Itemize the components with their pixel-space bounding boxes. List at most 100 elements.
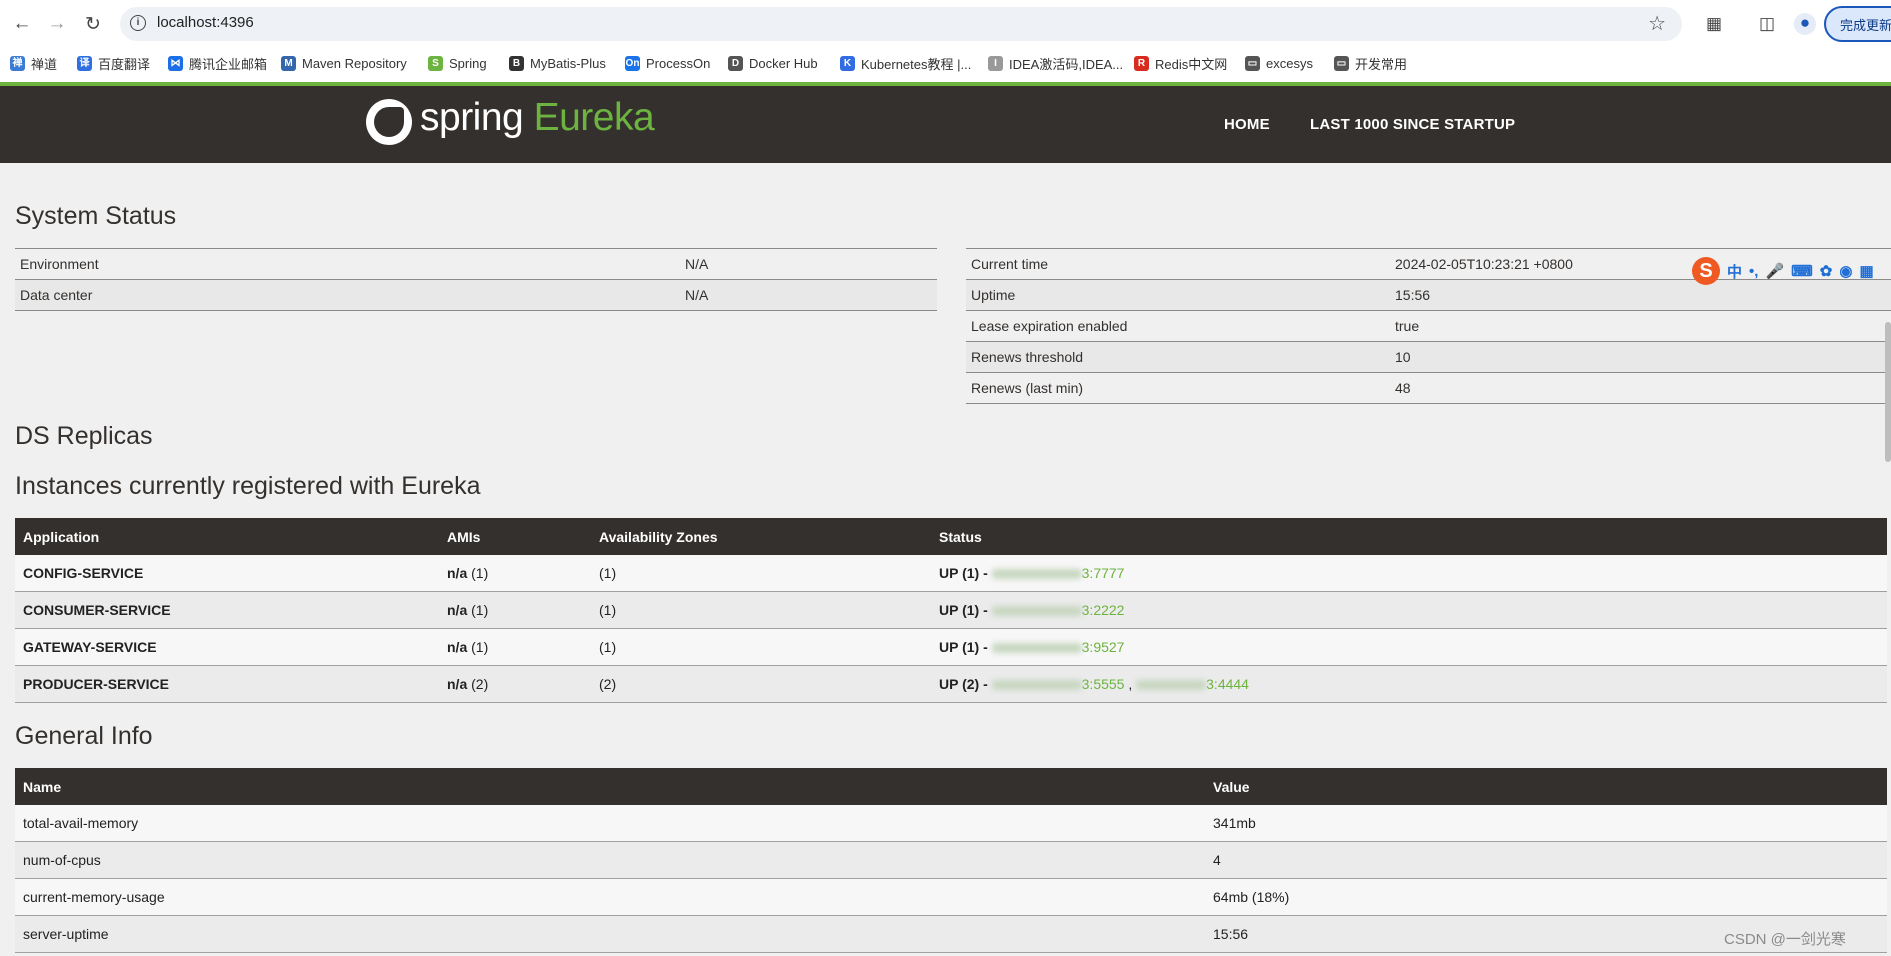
nav-home-link[interactable]: HOME <box>1224 116 1270 133</box>
nav-last-1000-link[interactable]: LAST 1000 SINCE STARTUP <box>1310 116 1515 133</box>
bookmark-item[interactable]: 译百度翻译 <box>77 53 150 73</box>
bookmark-label: Maven Repository <box>302 55 407 71</box>
bookmark-item[interactable]: I IDEA激活码,IDEA... <box>988 53 1123 73</box>
bookmark-label: 百度翻译 <box>98 56 151 72</box>
status-value: N/A <box>680 279 937 311</box>
redacted-host <box>991 606 1082 617</box>
microphone-icon[interactable]: 🎤 <box>1765 262 1784 280</box>
status-cell: UP (1) - 3:9527 <box>931 628 1887 666</box>
instance-row: CONSUMER-SERVICE n/a (1) (1) UP (1) - 3:222… <box>15 591 1887 629</box>
ime-mode-toggle[interactable]: 中 <box>1727 261 1742 282</box>
instance-link[interactable]: 3:7777 <box>991 565 1124 581</box>
application-name: CONSUMER-SERVICE <box>15 591 439 629</box>
bookmark-icon: 译 <box>77 55 92 71</box>
spring-leaf-icon[interactable] <box>366 99 412 145</box>
status-row: Environment N/A <box>15 248 937 280</box>
status-row: Lease expiration enabled true <box>966 310 1891 342</box>
extensions-icon[interactable]: ▦ <box>1704 14 1724 34</box>
instance-row: PRODUCER-SERVICE n/a (2) (2) UP (2) - 3:555… <box>15 665 1887 703</box>
status-key: Lease expiration enabled <box>966 310 1390 342</box>
url-text[interactable]: localhost:4396 <box>157 14 254 31</box>
sogou-logo-icon[interactable]: S <box>1692 257 1720 285</box>
general-info-title: General Info <box>15 722 153 750</box>
bookmark-item[interactable]: S Spring <box>428 53 487 73</box>
instance-link[interactable]: 3:9527 <box>991 639 1124 655</box>
ami-value: n/a <box>447 602 468 618</box>
bookmark-label: 禅道 <box>31 56 58 72</box>
instance-row: CONFIG-SERVICE n/a (1) (1) UP (1) - 3:7777 <box>15 555 1887 592</box>
redacted-host <box>991 569 1082 580</box>
status-value: true <box>1390 310 1891 342</box>
bookmark-item[interactable]: On ProcessOn <box>625 53 710 73</box>
logo-text[interactable]: spring Eureka <box>420 96 655 140</box>
status-key: Renews (last min) <box>966 372 1390 404</box>
bookmark-item[interactable]: B MyBatis-Plus <box>509 53 606 73</box>
info-name: server-uptime <box>15 915 1205 953</box>
skin-icon[interactable]: ✿ <box>1820 262 1833 280</box>
bookmark-icon: On <box>625 55 640 71</box>
bookmark-label: ProcessOn <box>646 55 711 71</box>
status-text: UP (2) - <box>939 676 988 692</box>
logo-eureka: Eureka <box>533 96 655 139</box>
bookmark-icon: ⋈ <box>168 55 183 71</box>
bookmark-icon: S <box>428 55 443 71</box>
status-text: UP (1) - <box>939 639 988 655</box>
system-status-title: System Status <box>15 202 177 230</box>
bookmark-item[interactable]: D Docker Hub <box>728 53 818 73</box>
eureka-navbar: spring Eureka HOME LAST 1000 SINCE START… <box>0 86 1891 163</box>
instances-column-header: Application <box>15 518 439 555</box>
bookmark-item[interactable]: M Maven Repository <box>281 53 407 73</box>
page-scrollbar[interactable] <box>1885 322 1891 462</box>
bookmark-item[interactable]: K Kubernetes教程 |... <box>840 53 971 73</box>
status-row: Renews threshold 10 <box>966 341 1891 373</box>
site-info-icon[interactable]: i <box>130 15 146 31</box>
instance-port: 3:4444 <box>1206 676 1249 692</box>
availability-zones: (1) <box>591 591 931 629</box>
browser-chrome: ← → ↻ i localhost:4396 ☆ ▦ ◫ ● 完成更新 禅禅道译… <box>0 0 1891 82</box>
bookmarks-bar: 禅禅道译百度翻译 ⋈ 腾讯企业邮箱 M Maven Repository S Spring B… <box>0 50 1891 76</box>
bookmark-label: Kubernetes教程 |... <box>861 56 972 72</box>
instance-port: 3:5555 <box>1081 676 1125 692</box>
forward-arrow-icon[interactable]: → <box>45 12 69 36</box>
bookmark-label: excesys <box>1266 55 1313 71</box>
application-name: CONFIG-SERVICE <box>15 555 439 592</box>
status-value: N/A <box>680 248 937 280</box>
watermark: CSDN @一剑光寒 <box>1724 931 1846 948</box>
status-cell: UP (1) - 3:2222 <box>931 591 1887 629</box>
bookmark-label: IDEA激活码,IDEA... <box>1009 56 1124 72</box>
bookmark-item[interactable]: ▭ excesys <box>1245 53 1313 73</box>
back-arrow-icon[interactable]: ← <box>10 12 34 36</box>
grid-menu-icon[interactable]: ▦ <box>1859 262 1873 280</box>
ime-toolbar[interactable]: S 中 •, 🎤 ⌨ ✿ ◉ ▦ <box>1692 256 1874 286</box>
instances-table: Application AMIs Availability Zones Status … <box>15 518 1887 703</box>
reload-icon[interactable]: ↻ <box>81 12 105 36</box>
side-panel-icon[interactable]: ◫ <box>1757 14 1777 34</box>
bookmark-item[interactable]: ▭ 开发常用 <box>1334 53 1407 73</box>
instance-link[interactable]: 3:5555 <box>991 676 1125 692</box>
bookmark-label: Redis中文网 <box>1155 56 1228 72</box>
instance-link[interactable]: 3:2222 <box>991 602 1124 618</box>
bookmark-icon: ▭ <box>1245 55 1260 71</box>
redacted-host <box>991 680 1082 691</box>
keyboard-icon[interactable]: ⌨ <box>1791 262 1813 280</box>
bookmark-label: 开发常用 <box>1355 56 1408 72</box>
bookmark-item[interactable]: ⋈ 腾讯企业邮箱 <box>168 53 267 73</box>
robot-icon[interactable]: ◉ <box>1839 262 1852 280</box>
general-info-row: server-uptime 15:56 <box>15 915 1887 953</box>
redacted-host <box>1136 680 1207 691</box>
bookmark-item[interactable]: 禅禅道 <box>10 53 57 73</box>
bookmark-item[interactable]: R Redis中文网 <box>1134 53 1227 73</box>
update-button[interactable]: 完成更新 <box>1824 6 1891 42</box>
address-bar[interactable]: i localhost:4396 ☆ <box>120 7 1682 41</box>
general-info-table: Name Value total-avail-memory 341mb num-of-… <box>15 768 1887 953</box>
general-info-column-header: Name <box>15 768 1205 805</box>
application-name: GATEWAY-SERVICE <box>15 628 439 666</box>
bookmark-star-icon[interactable]: ☆ <box>1648 11 1666 36</box>
instance-row: GATEWAY-SERVICE n/a (1) (1) UP (1) - 3:9527 <box>15 628 1887 666</box>
general-info-row: current-memory-usage 64mb (18%) <box>15 878 1887 916</box>
info-name: num-of-cpus <box>15 841 1205 879</box>
punctuation-icon[interactable]: •, <box>1749 263 1758 280</box>
status-cell: UP (2) - 3:5555 , 3:4444 <box>931 665 1887 703</box>
profile-avatar-icon[interactable]: ● <box>1794 13 1816 35</box>
instance-link[interactable]: 3:4444 <box>1136 676 1249 692</box>
